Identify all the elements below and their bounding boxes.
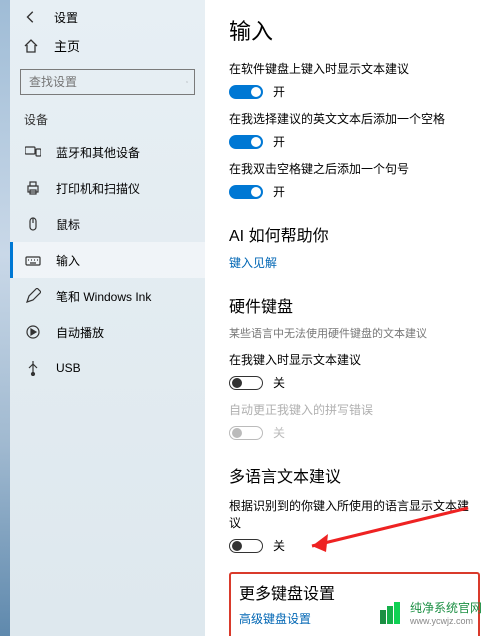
setting-label: 自动更正我键入的拼写错误: [229, 401, 480, 418]
section-multilang-heading: 多语言文本建议: [229, 463, 480, 487]
home-icon: [22, 37, 40, 55]
mouse-icon: [24, 215, 42, 233]
bluetooth-icon: [24, 143, 42, 161]
sidebar-item-label: USB: [56, 361, 81, 375]
sidebar-item-label: 自动播放: [56, 324, 104, 341]
toggle-multilang[interactable]: 关: [229, 537, 480, 554]
sidebar-item-typing[interactable]: 输入: [10, 242, 205, 278]
link-typing-insights[interactable]: 键入见解: [229, 254, 480, 271]
section-ai-heading: AI 如何帮助你: [229, 222, 480, 246]
setting-label: 在我键入时显示文本建议: [229, 351, 480, 368]
pen-icon: [24, 287, 42, 305]
setting-label: 在软件键盘上键入时显示文本建议: [229, 60, 480, 77]
setting-label: 在我双击空格键之后添加一个句号: [229, 160, 480, 177]
toggle-softkb-suggestions[interactable]: 开: [229, 83, 480, 100]
sidebar-item-label: 笔和 Windows Ink: [56, 288, 151, 305]
sidebar-item-usb[interactable]: USB: [10, 350, 205, 386]
watermark-url: www.ycwjz.com: [410, 616, 482, 626]
window-title: 设置: [54, 9, 78, 26]
main-content[interactable]: 输入 在软件键盘上键入时显示文本建议 开 在我选择建议的英文文本后添加一个空格 …: [205, 0, 500, 636]
watermark-logo-icon: [380, 602, 406, 624]
search-box[interactable]: [20, 69, 195, 95]
hardware-desc: 某些语言中无法使用硬件键盘的文本建议: [229, 325, 480, 341]
home-nav[interactable]: 主页: [10, 28, 205, 63]
sidebar-item-printers[interactable]: 打印机和扫描仪: [10, 170, 205, 206]
toggle-hw-autocorrect: 关: [229, 424, 480, 441]
sidebar-item-label: 鼠标: [56, 216, 80, 233]
search-icon: [186, 75, 188, 89]
sidebar-item-pen[interactable]: 笔和 Windows Ink: [10, 278, 205, 314]
page-title: 输入: [229, 14, 480, 46]
toggle-add-space[interactable]: 开: [229, 133, 480, 150]
sidebar: 设置 主页 设备 蓝牙和其他设备 打印机和扫描仪 鼠标 输入: [10, 0, 205, 636]
sidebar-item-label: 打印机和扫描仪: [56, 180, 140, 197]
setting-label: 根据识别到的你键入所使用的语言显示文本建议: [229, 497, 480, 531]
sidebar-item-label: 蓝牙和其他设备: [56, 144, 140, 161]
sidebar-item-autoplay[interactable]: 自动播放: [10, 314, 205, 350]
home-label: 主页: [54, 36, 80, 55]
toggle-hw-suggestions[interactable]: 关: [229, 374, 480, 391]
sidebar-item-bluetooth[interactable]: 蓝牙和其他设备: [10, 134, 205, 170]
usb-icon: [24, 359, 42, 377]
printer-icon: [24, 179, 42, 197]
keyboard-icon: [24, 251, 42, 269]
toggle-double-space-period[interactable]: 开: [229, 183, 480, 200]
section-label: 设备: [10, 109, 205, 134]
sidebar-item-mouse[interactable]: 鼠标: [10, 206, 205, 242]
watermark: 纯净系统官网 www.ycwjz.com: [380, 599, 482, 626]
search-input[interactable]: [27, 74, 186, 90]
sidebar-item-label: 输入: [56, 252, 80, 269]
section-hardware-heading: 硬件键盘: [229, 293, 480, 317]
watermark-brand: 纯净系统官网: [410, 599, 482, 616]
back-button[interactable]: [22, 8, 40, 26]
arrow-left-icon: [24, 10, 38, 24]
setting-label: 在我选择建议的英文文本后添加一个空格: [229, 110, 480, 127]
autoplay-icon: [24, 323, 42, 341]
